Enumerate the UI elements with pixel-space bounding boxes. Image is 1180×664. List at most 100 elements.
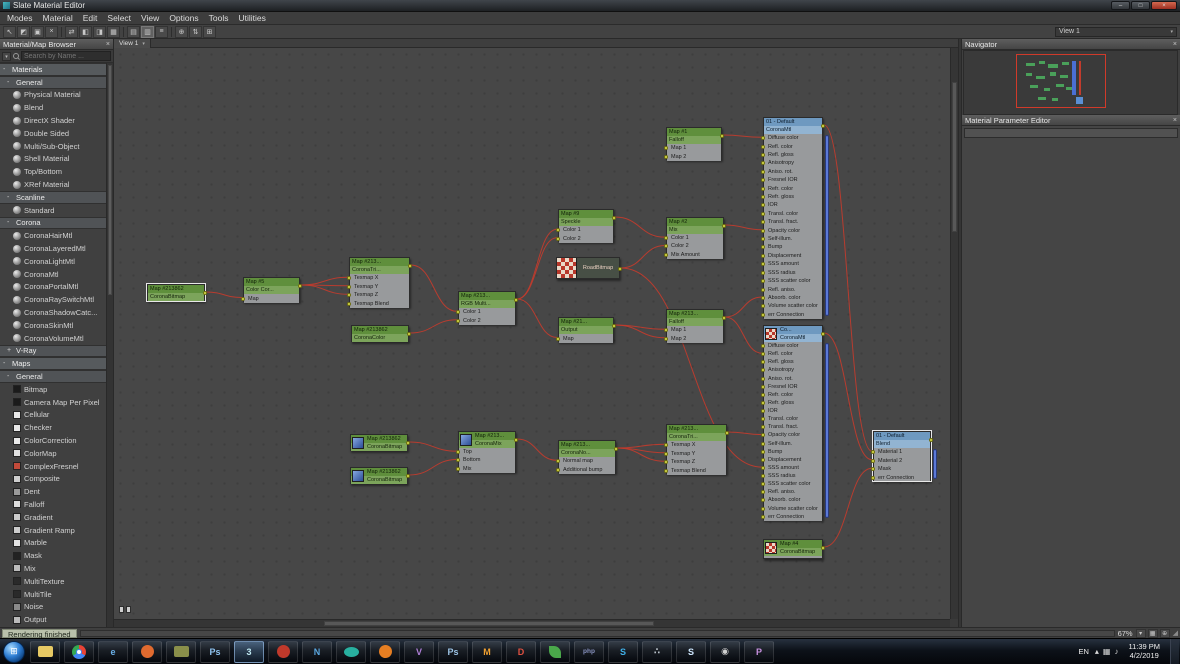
node-slot[interactable]: Absorb. color	[761, 294, 822, 302]
node-slot[interactable]: Refr. color	[761, 391, 822, 399]
browser-item-mask[interactable]: Mask	[0, 549, 106, 562]
browser-item-coronaskinmtl[interactable]: CoronaSkinMtl	[0, 319, 106, 332]
node-slot[interactable]: Mix	[456, 465, 515, 473]
taskbar-icon-app-green[interactable]	[540, 640, 570, 663]
search-filter-caret[interactable]: ▾	[2, 51, 11, 61]
node-slot[interactable]: Refl. gloss	[761, 151, 822, 159]
navigator-minimap[interactable]	[963, 50, 1178, 115]
browser-item-directx-shader[interactable]: DirectX Shader	[0, 114, 106, 127]
node-header[interactable]: Map #213... Falloff	[667, 310, 723, 326]
input-socket[interactable]	[664, 443, 668, 448]
input-socket[interactable]	[456, 466, 460, 471]
node-slot[interactable]: err Connection	[871, 474, 930, 483]
pan-tool-button[interactable]: ⇅	[189, 25, 202, 38]
input-socket[interactable]	[664, 460, 668, 465]
input-socket[interactable]	[761, 295, 765, 300]
node-header[interactable]: Map #213... CoronaMix	[459, 432, 515, 448]
taskbar-icon-mail[interactable]: M	[472, 640, 502, 663]
output-socket[interactable]	[408, 264, 412, 268]
node-slot[interactable]: Aniso. rot.	[761, 168, 822, 176]
node-mtl1[interactable]: 01 - Default CoronaMtl Diffuse color Refl. …	[761, 117, 829, 319]
taskbar-icon-app-blue[interactable]: N	[302, 640, 332, 663]
node-slot[interactable]: Bottom	[456, 456, 515, 464]
node-slot[interactable]: Map	[556, 334, 613, 343]
input-socket[interactable]	[556, 228, 560, 233]
input-socket[interactable]	[761, 211, 765, 216]
input-socket[interactable]	[761, 344, 765, 349]
node-header[interactable]: Map #213... RGB Multi...	[459, 292, 515, 308]
input-socket[interactable]	[456, 310, 460, 315]
input-socket[interactable]	[664, 252, 668, 257]
browser-item-coronaportalmtl[interactable]: CoronaPortalMtl	[0, 281, 106, 294]
input-socket[interactable]	[761, 186, 765, 191]
node-slot[interactable]: SSS scatter color	[761, 277, 822, 285]
node-slot[interactable]: Self-illum.	[761, 440, 822, 448]
menu-select[interactable]: Select	[102, 13, 136, 23]
output-socket[interactable]	[612, 216, 616, 220]
node-slot[interactable]: Material 1	[871, 448, 930, 457]
browser-item-coronalightmtl[interactable]: CoronaLightMtl	[0, 255, 106, 268]
node-slot[interactable]: Self-illum.	[761, 235, 822, 243]
output-socket[interactable]	[203, 291, 207, 295]
input-socket[interactable]	[761, 237, 765, 242]
input-socket[interactable]	[761, 352, 765, 357]
input-socket[interactable]	[347, 301, 351, 306]
node-slot[interactable]: Mask	[871, 465, 930, 474]
input-socket[interactable]	[761, 490, 765, 495]
node-slot[interactable]: SSS radius	[761, 269, 822, 277]
output-socket[interactable]	[514, 298, 518, 302]
output-socket[interactable]	[406, 441, 410, 445]
node-slot[interactable]: IOR	[761, 201, 822, 209]
node-rgb[interactable]: Map #213... RGB Multi... Color 1 Color 2	[456, 291, 518, 325]
expand-collapse-icon[interactable]: +	[7, 347, 13, 354]
node-ccolor[interactable]: Map #213862 CoronaColor	[351, 325, 411, 342]
pick-material-from-object-button[interactable]: ◩	[17, 25, 30, 38]
layout-all-button[interactable]: ▥	[141, 25, 154, 38]
canvas-horizontal-scrollbar[interactable]	[114, 619, 950, 627]
node-cb3[interactable]: Map #213862 CoronaBitmap	[350, 467, 410, 484]
node-scrollbar[interactable]	[825, 135, 829, 316]
input-socket[interactable]	[664, 146, 668, 151]
input-socket[interactable]	[761, 178, 765, 183]
node-slot[interactable]: Texmap Blend	[664, 467, 726, 476]
node-fall2[interactable]: Map #213... Falloff Map 1 Map 2	[664, 309, 726, 343]
node-header[interactable]: Map #21... Output	[559, 318, 613, 334]
node-out1[interactable]: Map #21... Output Map	[556, 317, 616, 343]
node-cb4[interactable]: Map #4 CoronaBitmap	[763, 539, 825, 559]
view-tab-caret-icon[interactable]: ▾	[142, 41, 145, 47]
browser-item-coronahairmtl[interactable]: CoronaHairMtl	[0, 229, 106, 242]
expand-collapse-icon[interactable]: -	[7, 79, 13, 86]
navigator-close-icon[interactable]: ×	[1173, 41, 1177, 48]
node-header[interactable]: Map #213... CoronaTri...	[667, 425, 726, 441]
output-socket[interactable]	[407, 332, 411, 336]
node-slot[interactable]: Map 2	[664, 153, 721, 162]
output-socket[interactable]	[720, 134, 724, 138]
menu-tools[interactable]: Tools	[204, 13, 234, 23]
node-slot[interactable]: Color 1	[664, 234, 723, 242]
taskbar-icon-viewer[interactable]: ◉	[710, 640, 740, 663]
input-socket[interactable]	[761, 304, 765, 309]
node-slot[interactable]: Texmap X	[664, 441, 726, 450]
input-socket[interactable]	[456, 318, 460, 323]
input-socket[interactable]	[664, 236, 668, 241]
node-scrollbar[interactable]	[825, 343, 829, 518]
node-slot[interactable]: Displacement	[761, 252, 822, 260]
input-socket[interactable]	[761, 153, 765, 158]
browser-item-gradient-ramp[interactable]: Gradient Ramp	[0, 524, 106, 537]
hide-unused-nodeslots-button[interactable]: ◧	[79, 25, 92, 38]
taskbar-icon-skype-2[interactable]: S	[676, 640, 706, 663]
node-slot[interactable]: Transl. color	[761, 415, 822, 423]
browser-item-cellular[interactable]: Cellular	[0, 409, 106, 422]
input-socket[interactable]	[761, 220, 765, 225]
language-indicator[interactable]: EN	[1076, 647, 1090, 656]
arrange-children-button[interactable]: ≡	[155, 25, 168, 38]
title-bar[interactable]: Slate Material Editor – □ ×	[0, 0, 1180, 12]
input-socket[interactable]	[761, 195, 765, 200]
input-socket[interactable]	[761, 457, 765, 462]
node-slot[interactable]: Anisotropy	[761, 159, 822, 167]
browser-scrollbar[interactable]	[106, 63, 113, 627]
input-socket[interactable]	[761, 360, 765, 365]
input-socket[interactable]	[761, 474, 765, 479]
browser-group-scanline[interactable]: - Scanline	[0, 190, 106, 204]
input-socket[interactable]	[761, 425, 765, 430]
